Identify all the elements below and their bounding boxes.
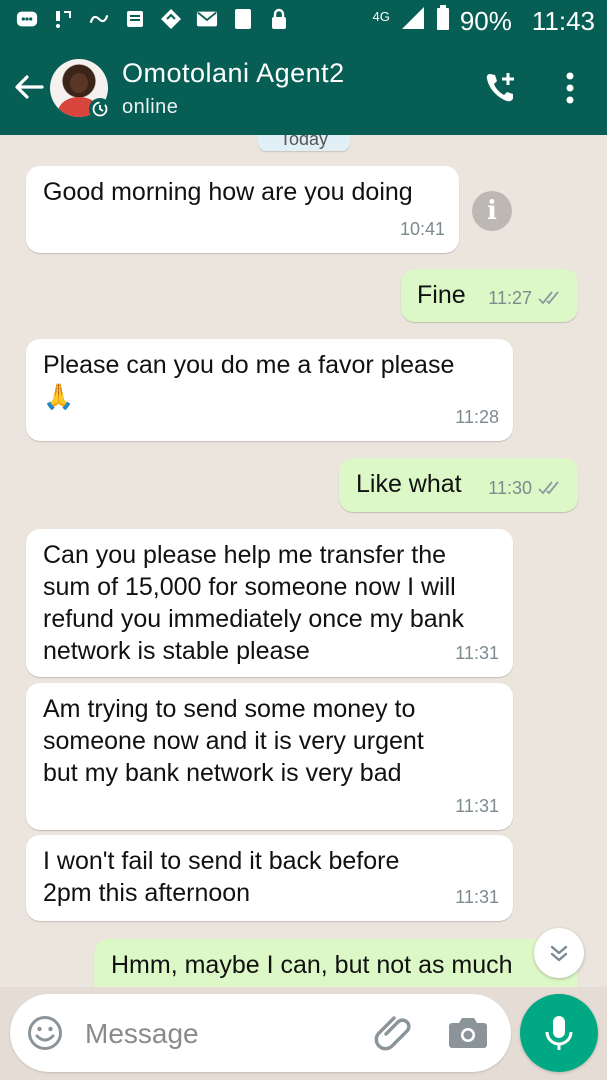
more-options-button[interactable] bbox=[550, 68, 590, 108]
emoji-button[interactable] bbox=[26, 1014, 64, 1052]
battery-icon bbox=[436, 5, 450, 38]
message-text: I won't fail to send it back before 2pm … bbox=[43, 847, 400, 907]
message-text: Am trying to send some money to someone … bbox=[43, 695, 424, 787]
message-time: 11:28 bbox=[455, 407, 499, 427]
back-button[interactable] bbox=[12, 70, 46, 104]
date-chip: Today bbox=[258, 135, 350, 151]
voice-message-button[interactable] bbox=[520, 994, 598, 1072]
disappearing-timer-icon bbox=[89, 98, 111, 120]
missed-call-icon bbox=[52, 8, 74, 30]
pray-emoji: 🙏 bbox=[43, 383, 75, 411]
camera-button[interactable] bbox=[448, 1014, 490, 1052]
message-time: 11:31 bbox=[455, 643, 499, 663]
contact-status: online bbox=[122, 96, 179, 118]
message-time: 11:31 bbox=[455, 796, 499, 816]
network-type: 4G bbox=[372, 9, 390, 24]
camera-icon bbox=[449, 1018, 487, 1048]
message-composer bbox=[10, 994, 511, 1072]
status-bar: 4G 90% 11:43 bbox=[0, 0, 607, 40]
emoji-icon bbox=[28, 1016, 62, 1050]
app-icon bbox=[160, 8, 182, 30]
message-bubble-incoming[interactable]: Please can you do me a favor please 🙏 11… bbox=[26, 339, 513, 441]
message-time: 11:30 bbox=[488, 478, 532, 498]
message-text: Good morning how are you doing bbox=[43, 178, 413, 206]
message-bubble-outgoing[interactable]: Fine 11:27 bbox=[401, 269, 578, 322]
link-icon bbox=[88, 8, 110, 30]
attach-icon bbox=[374, 1016, 411, 1051]
double-tick-icon bbox=[538, 291, 559, 305]
back-arrow-icon bbox=[15, 75, 44, 99]
message-text: Hmm, maybe I can, but not as much bbox=[111, 951, 513, 979]
message-bubble-outgoing[interactable]: Hmm, maybe I can, but not as much bbox=[94, 939, 578, 987]
avatar-face bbox=[70, 73, 88, 93]
message-bubble-incoming[interactable]: Can you please help me transfer the sum … bbox=[26, 529, 513, 677]
chevron-double-down-icon bbox=[550, 945, 568, 962]
more-vert-icon bbox=[566, 72, 574, 104]
message-bubble-outgoing[interactable]: Like what 11:30 bbox=[339, 458, 578, 512]
message-text: Please can you do me a favor please bbox=[43, 351, 455, 379]
message-time: 10:41 bbox=[399, 219, 445, 239]
message-text: Can you please help me transfer the sum … bbox=[43, 541, 465, 665]
battery-level: 90% bbox=[459, 6, 512, 36]
notification-icon bbox=[16, 8, 38, 30]
status-right: 4G 90% 11:43 bbox=[372, 5, 595, 38]
chat-header: Omotolani Agent2 online bbox=[0, 40, 607, 135]
info-icon[interactable]: i bbox=[472, 191, 512, 231]
tablet-icon bbox=[232, 8, 254, 30]
message-bubble-incoming[interactable]: Good morning how are you doing 10:41 bbox=[26, 166, 459, 253]
add-call-icon bbox=[486, 73, 514, 102]
message-input[interactable] bbox=[83, 1010, 357, 1058]
notification-icons bbox=[16, 8, 290, 30]
contact-name[interactable]: Omotolani Agent2 bbox=[122, 58, 345, 89]
message-bubble-incoming[interactable]: Am trying to send some money to someone … bbox=[26, 683, 513, 830]
message-bubble-incoming[interactable]: I won't fail to send it back before 2pm … bbox=[26, 835, 513, 921]
news-icon bbox=[124, 8, 146, 30]
attach-button[interactable] bbox=[374, 1012, 416, 1054]
mail-icon bbox=[196, 8, 218, 30]
double-tick-icon bbox=[538, 481, 559, 495]
message-time: 11:27 bbox=[488, 288, 532, 308]
message-time: 11:31 bbox=[455, 887, 499, 907]
lock-icon bbox=[268, 8, 290, 30]
add-call-button[interactable] bbox=[480, 68, 520, 108]
scroll-to-bottom-button[interactable] bbox=[534, 928, 584, 978]
message-list[interactable]: Today Good morning how are you doing 10:… bbox=[0, 135, 607, 987]
mic-icon bbox=[545, 1016, 573, 1050]
clock: 11:43 bbox=[531, 6, 595, 36]
signal-icon bbox=[400, 6, 426, 37]
